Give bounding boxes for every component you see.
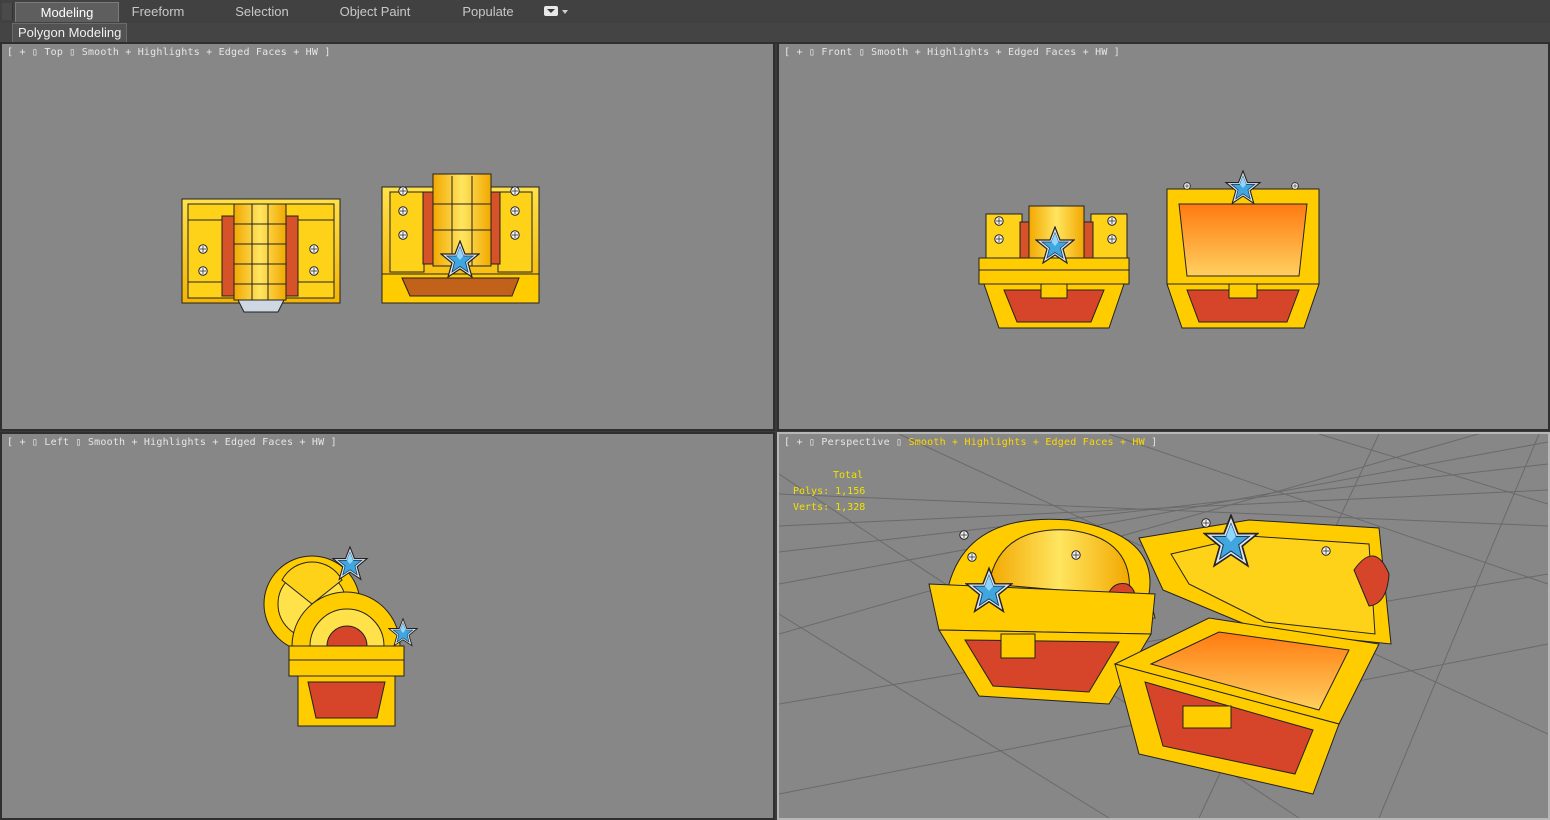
viewport-label-perspective[interactable]: [ + ▯ Perspective ▯ Smooth + Highlights …: [784, 437, 1157, 448]
top-view-scene: [181, 173, 540, 313]
viewport-front[interactable]: [ + ▯ Front ▯ Smooth + Highlights + Edge…: [777, 42, 1550, 431]
ribbon-bar: Modeling Freeform Selection Object Paint…: [0, 0, 1550, 24]
scene-statistics: Total Polys: 1,156 Verts: 1,328: [793, 468, 865, 516]
grid-lines: [779, 434, 1548, 818]
viewport-perspective[interactable]: [ + ▯ Perspective ▯ Smooth + Highlights …: [777, 432, 1550, 820]
tab-modeling[interactable]: Modeling: [15, 2, 119, 22]
viewport-left[interactable]: [ + ▯ Left ▯ Smooth + Highlights + Edged…: [0, 432, 775, 820]
tab-freeform[interactable]: Freeform: [121, 2, 195, 22]
perspective-grid: [779, 434, 1548, 818]
closed-chest-left: [288, 591, 405, 727]
open-chest-perspective: [1113, 519, 1392, 795]
stats-verts: Verts: 1,328: [793, 502, 866, 513]
dropdown-arrow-icon[interactable]: [562, 10, 568, 14]
tab-selection[interactable]: Selection: [226, 2, 298, 22]
front-view-scene: [978, 170, 1320, 329]
stats-title: Total: [833, 470, 864, 481]
stats-polys: Polys: 1,156: [793, 486, 866, 497]
closed-chest-top: [181, 198, 341, 313]
tab-populate[interactable]: Populate: [452, 2, 524, 22]
open-chest-front: [1166, 188, 1320, 329]
ribbon-grip[interactable]: [2, 3, 13, 20]
polygon-modeling-panel[interactable]: Polygon Modeling: [12, 23, 128, 43]
viewport-top[interactable]: [ + ▯ Top ▯ Smooth + Highlights + Edged …: [0, 42, 775, 431]
tab-object-paint[interactable]: Object Paint: [331, 2, 419, 22]
dropdown-toggle-icon[interactable]: [544, 6, 558, 16]
ribbon-panel-bar: Polygon Modeling: [0, 23, 1550, 43]
left-view-scene: [263, 546, 418, 727]
